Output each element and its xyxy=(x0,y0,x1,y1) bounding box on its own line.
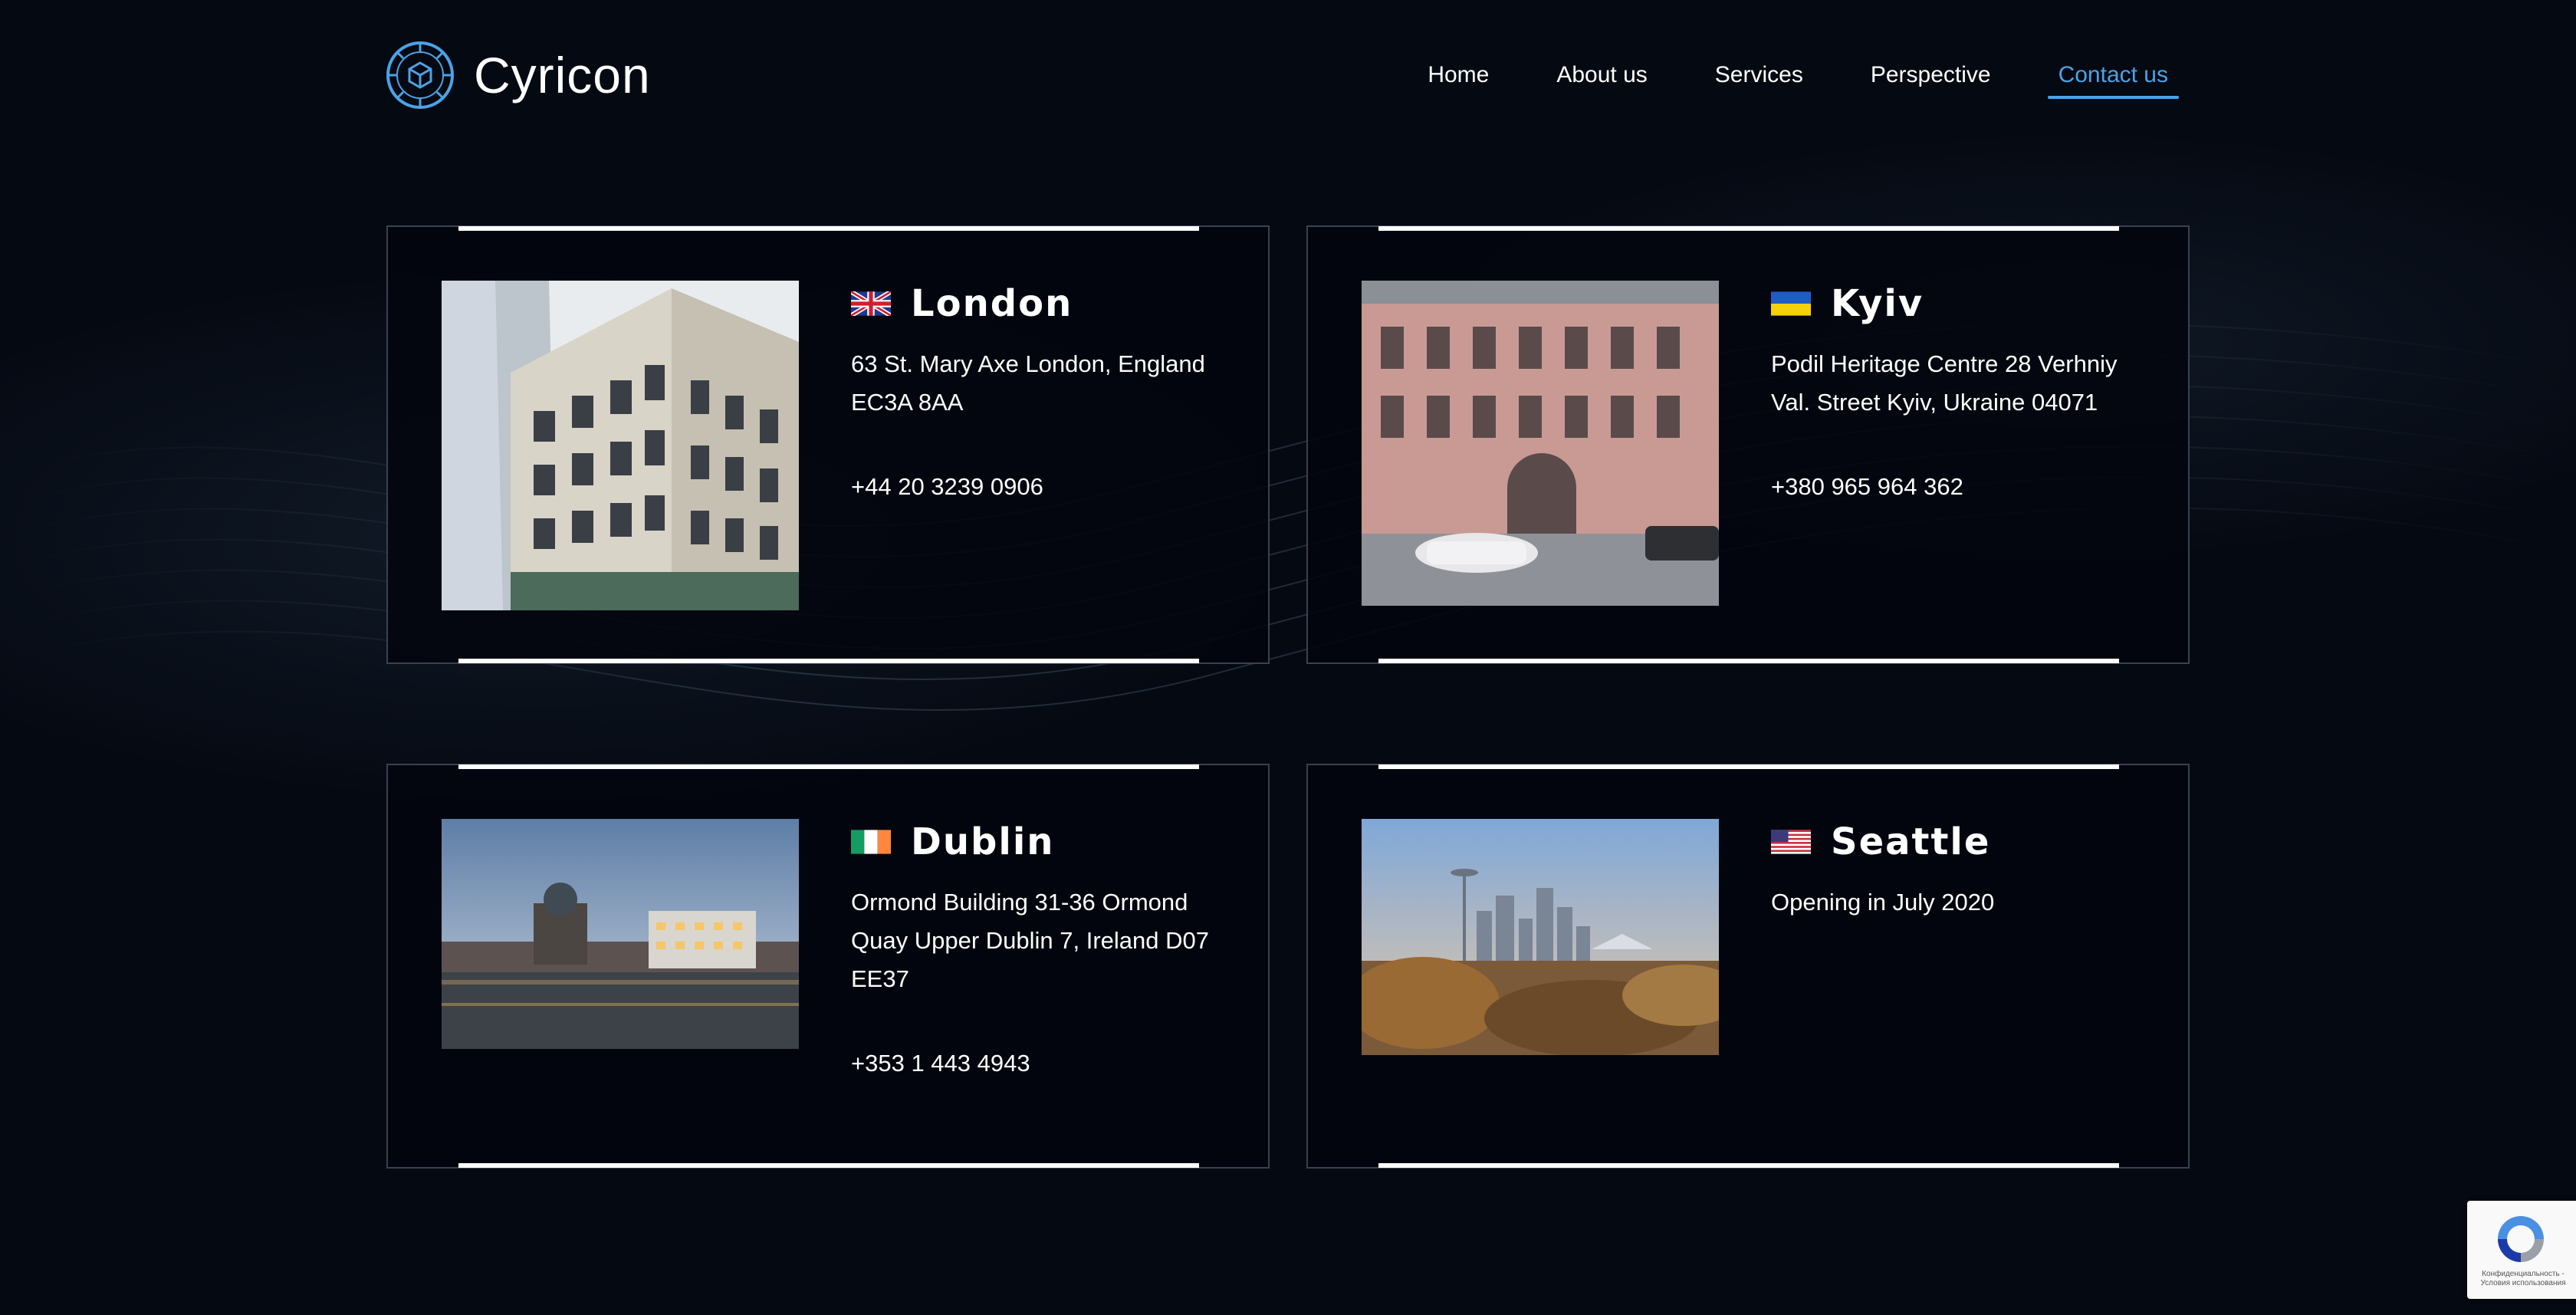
city-heading: London xyxy=(851,281,1234,327)
seattle-skyline-photo xyxy=(1362,819,1719,1055)
main-nav: Home About us Services Perspective Conta… xyxy=(1371,51,2180,99)
office-address: Podil Heritage Centre 28 Verhniy Val. St… xyxy=(1771,350,2118,416)
page: Cyricon Home About us Services Perspecti… xyxy=(0,0,2576,1315)
office-phone[interactable]: +353 1 443 4943 xyxy=(851,1044,1234,1083)
uk-flag-icon xyxy=(851,291,891,316)
cube-gear-logo-icon xyxy=(386,41,454,109)
office-details: Dublin Ormond Building 31-36 Ormond Quay… xyxy=(851,819,1234,1083)
kyiv-heritage-centre-photo xyxy=(1362,281,1719,606)
card-bottom-accent-bar xyxy=(458,1163,1199,1168)
city-heading: Seattle xyxy=(1771,819,2154,865)
card-bottom-accent-bar xyxy=(458,659,1199,663)
ireland-flag-icon xyxy=(851,830,891,854)
office-card-seattle: Seattle Opening in July 2020 xyxy=(1306,764,2190,1169)
card-top-accent-bar xyxy=(458,226,1199,231)
office-details: Seattle Opening in July 2020 xyxy=(1771,819,2154,922)
office-card-london: London 63 St. Mary Axe London, England E… xyxy=(386,225,1270,664)
card-bottom-accent-bar xyxy=(1378,659,2119,663)
office-phone[interactable]: +380 965 964 362 xyxy=(1771,468,2154,506)
city-name: Seattle xyxy=(1831,820,1991,863)
city-name: Kyiv xyxy=(1831,282,1924,325)
office-details: Kyiv Podil Heritage Centre 28 Verhniy Va… xyxy=(1771,281,2154,506)
nav-contact-us[interactable]: Contact us xyxy=(2047,51,2180,99)
city-name: London xyxy=(911,282,1073,325)
city-heading: Dublin xyxy=(851,819,1234,865)
recaptcha-privacy-text[interactable]: Конфиденциальность - Условия использован… xyxy=(2472,1270,2574,1288)
office-opening-note: Opening in July 2020 xyxy=(1771,889,1995,916)
card-top-accent-bar xyxy=(458,764,1199,769)
london-office-building-photo xyxy=(442,281,799,610)
office-phone[interactable]: +44 20 3239 0906 xyxy=(851,468,1234,506)
ukraine-flag-icon xyxy=(1771,291,1811,316)
usa-flag-icon xyxy=(1771,830,1811,854)
dublin-quay-photo xyxy=(442,819,799,1049)
recaptcha-icon xyxy=(2498,1216,2544,1262)
office-details: London 63 St. Mary Axe London, England E… xyxy=(851,281,1234,506)
site-header: Cyricon Home About us Services Perspecti… xyxy=(385,37,2180,113)
office-card-dublin: Dublin Ormond Building 31-36 Ormond Quay… xyxy=(386,764,1270,1169)
card-top-accent-bar xyxy=(1378,226,2119,231)
nav-services[interactable]: Services xyxy=(1704,51,1814,99)
nav-about-us[interactable]: About us xyxy=(1546,51,1658,99)
city-name: Dublin xyxy=(911,820,1055,863)
card-top-accent-bar xyxy=(1378,764,2119,769)
brand-name: Cyricon xyxy=(474,47,651,104)
recaptcha-badge[interactable]: Конфиденциальность - Условия использован… xyxy=(2467,1201,2576,1299)
nav-perspective[interactable]: Perspective xyxy=(1860,51,2002,99)
card-bottom-accent-bar xyxy=(1378,1163,2119,1168)
nav-home[interactable]: Home xyxy=(1417,51,1500,99)
office-card-kyiv: Kyiv Podil Heritage Centre 28 Verhniy Va… xyxy=(1306,225,2190,664)
brand[interactable]: Cyricon xyxy=(385,40,651,110)
office-address: Ormond Building 31-36 Ormond Quay Upper … xyxy=(851,889,1209,992)
office-address: 63 St. Mary Axe London, England EC3A 8AA xyxy=(851,350,1205,416)
city-heading: Kyiv xyxy=(1771,281,2154,327)
